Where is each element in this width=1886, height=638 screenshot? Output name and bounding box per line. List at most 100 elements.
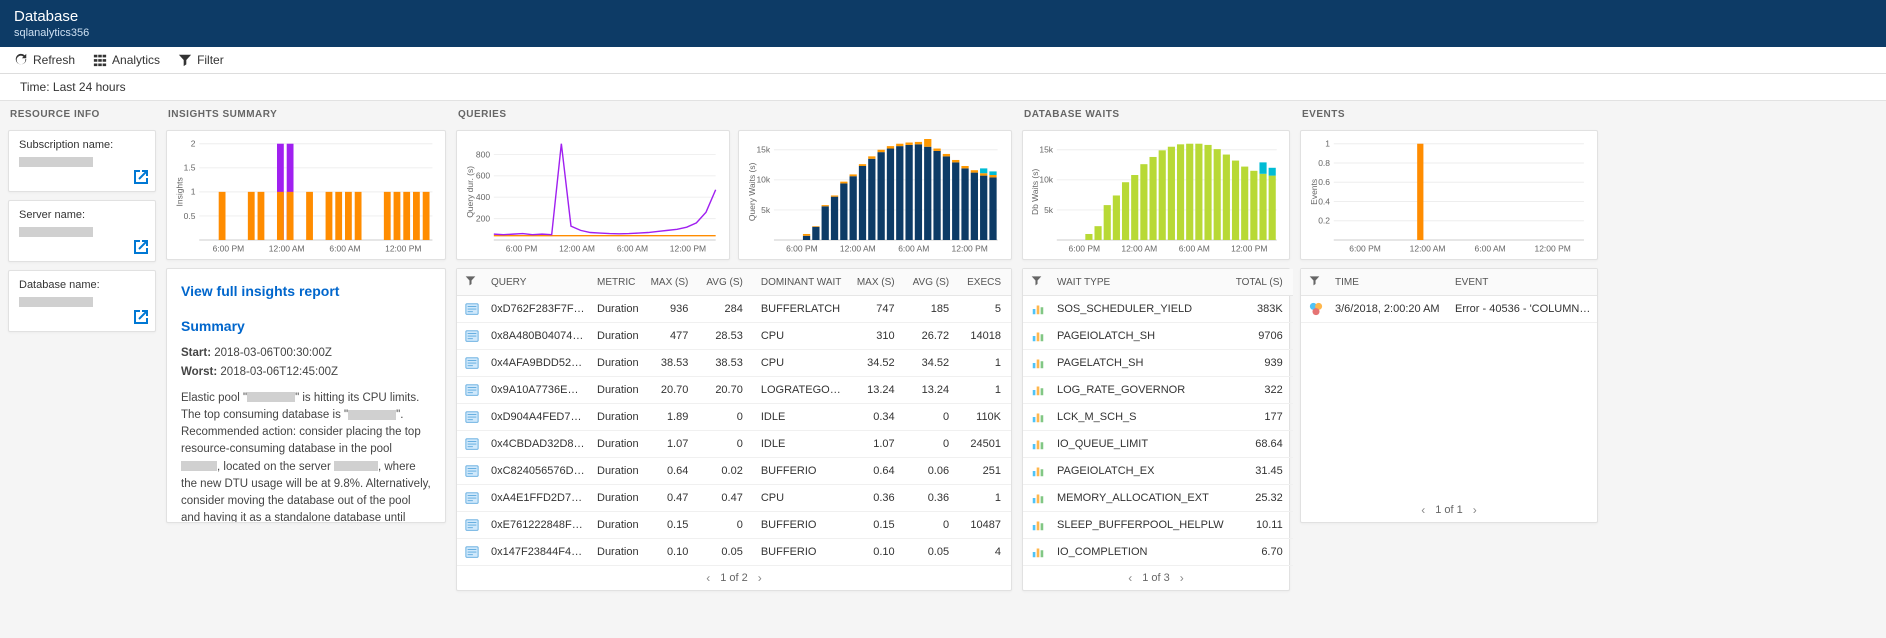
table-row[interactable]: 0x147F23844F44E8 Duration 0.10 0.05 BUFF… xyxy=(457,539,1011,566)
col-exec[interactable]: EXECS xyxy=(959,269,1011,296)
cell-max: 0.64 xyxy=(643,458,699,485)
filter-icon[interactable] xyxy=(1031,275,1042,286)
col-max[interactable]: MAX (S) xyxy=(643,269,699,296)
table-row[interactable]: LOG_RATE_GOVERNOR 322 xyxy=(1023,377,1293,404)
popout-icon[interactable] xyxy=(133,239,149,255)
col-wait[interactable]: DOMINANT WAIT xyxy=(753,269,849,296)
cell-wmax: 0.34 xyxy=(849,404,905,431)
pager-text: 1 of 3 xyxy=(1142,572,1170,584)
events-chart[interactable]: 0.20.40.60.816:00 PM12:00 AM6:00 AM12:00… xyxy=(1300,130,1598,260)
table-row[interactable]: MEMORY_ALLOCATION_EXT 25.32 xyxy=(1023,485,1293,512)
chevron-right-icon[interactable]: › xyxy=(1473,503,1477,517)
filter-icon[interactable] xyxy=(1309,275,1320,286)
cell-avg: 0 xyxy=(698,404,752,431)
table-row[interactable]: IO_COMPLETION 6.70 xyxy=(1023,539,1293,566)
table-row[interactable]: 0x4CBDAD32D85... Duration 1.07 0 IDLE 1.… xyxy=(457,431,1011,458)
cell-wait: LOGRATEGOVERN... xyxy=(753,377,849,404)
table-row[interactable]: 0xD762F283F7FBF5 Duration 936 284 BUFFER… xyxy=(457,296,1011,323)
full-report-link[interactable]: View full insights report xyxy=(181,281,431,302)
table-row[interactable]: SOS_SCHEDULER_YIELD 383K xyxy=(1023,296,1293,323)
table-row[interactable]: 0x8A480B040746... Duration 477 28.53 CPU… xyxy=(457,323,1011,350)
cell-wait-type: PAGEIOLATCH_SH xyxy=(1049,323,1228,350)
svg-text:800: 800 xyxy=(476,149,490,159)
cell-wait-type: SLEEP_BUFFERPOOL_HELPLW xyxy=(1049,512,1228,539)
table-row[interactable]: 0xE761222848FB8D Duration 0.15 0 BUFFERI… xyxy=(457,512,1011,539)
table-row[interactable]: 0xA4E1FFD2D77C... Duration 0.47 0.47 CPU… xyxy=(457,485,1011,512)
cell-exec: 5 xyxy=(959,296,1011,323)
svg-text:6:00 AM: 6:00 AM xyxy=(617,243,648,253)
start-line: Start: 2018-03-06T00:30:00Z xyxy=(181,345,431,362)
svg-text:12:00 AM: 12:00 AM xyxy=(840,243,876,253)
col-avg[interactable]: AVG (S) xyxy=(698,269,752,296)
insights-chart[interactable]: 0.511.526:00 PM12:00 AM6:00 AM12:00 PMIn… xyxy=(166,130,446,260)
db-wait-chart[interactable]: 5k10k15k6:00 PM12:00 AM6:00 AM12:00 PMDb… xyxy=(1022,130,1290,260)
cell-wavg: 0 xyxy=(905,512,959,539)
svg-text:0.8: 0.8 xyxy=(1318,158,1330,168)
col-wavg[interactable]: AVG (S) xyxy=(905,269,959,296)
table-row[interactable]: LCK_M_SCH_S 177 xyxy=(1023,404,1293,431)
table-row[interactable]: PAGELATCH_SH 939 xyxy=(1023,350,1293,377)
chevron-left-icon[interactable]: ‹ xyxy=(1128,571,1132,585)
col-event[interactable]: EVENT xyxy=(1447,269,1597,296)
events-table: TIME EVENT 3/6/2018, 2:00:20 AM Error - … xyxy=(1300,268,1598,523)
redacted-value xyxy=(19,227,93,237)
table-row[interactable]: 0xD904A4FED700... Duration 1.89 0 IDLE 0… xyxy=(457,404,1011,431)
db-wait-chart-svg: 5k10k15k6:00 PM12:00 AM6:00 AM12:00 PMDb… xyxy=(1027,139,1283,257)
query-duration-chart[interactable]: 2004006008006:00 PM12:00 AM6:00 AM12:00 … xyxy=(456,130,730,260)
cell-event: Error - 40536 - 'COLUMNST... xyxy=(1447,296,1597,323)
chevron-left-icon[interactable]: ‹ xyxy=(1421,503,1425,517)
server-card[interactable]: Server name: xyxy=(8,200,156,262)
table-row[interactable]: IO_QUEUE_LIMIT 68.64 xyxy=(1023,431,1293,458)
cell-total: 9706 xyxy=(1228,323,1293,350)
table-row[interactable]: PAGEIOLATCH_EX 31.45 xyxy=(1023,458,1293,485)
toolbar: Refresh Analytics Filter xyxy=(0,47,1886,74)
table-row[interactable]: PAGEIOLATCH_SH 9706 xyxy=(1023,323,1293,350)
table-row[interactable]: 3/6/2018, 2:00:20 AM Error - 40536 - 'CO… xyxy=(1301,296,1597,323)
svg-text:5k: 5k xyxy=(761,205,771,215)
cell-wait-type: PAGELATCH_SH xyxy=(1049,350,1228,377)
cell-wait: IDLE xyxy=(753,431,849,458)
table-row[interactable]: 0xC824056576DF... Duration 0.64 0.02 BUF… xyxy=(457,458,1011,485)
cell-metric: Duration xyxy=(589,539,643,566)
cell-wavg: 185 xyxy=(905,296,959,323)
cell-max: 1.07 xyxy=(643,431,699,458)
chevron-right-icon[interactable]: › xyxy=(1180,571,1184,585)
table-row[interactable]: 0x9A10A7736EED... Duration 20.70 20.70 L… xyxy=(457,377,1011,404)
chevron-right-icon[interactable]: › xyxy=(758,571,762,585)
subscription-card[interactable]: Subscription name: xyxy=(8,130,156,192)
cell-wait-type: IO_COMPLETION xyxy=(1049,539,1228,566)
cell-metric: Duration xyxy=(589,296,643,323)
filter-button[interactable]: Filter xyxy=(178,53,224,67)
cell-wmax: 310 xyxy=(849,323,905,350)
popout-icon[interactable] xyxy=(133,169,149,185)
svg-text:6:00 PM: 6:00 PM xyxy=(786,243,818,253)
wait-icon xyxy=(1023,485,1049,512)
col-wmax[interactable]: MAX (S) xyxy=(849,269,905,296)
wait-icon xyxy=(1023,458,1049,485)
popout-icon[interactable] xyxy=(133,309,149,325)
cell-wavg: 34.52 xyxy=(905,350,959,377)
cell-time: 3/6/2018, 2:00:20 AM xyxy=(1327,296,1447,323)
chevron-left-icon[interactable]: ‹ xyxy=(706,571,710,585)
refresh-button[interactable]: Refresh xyxy=(14,53,75,67)
wait-icon xyxy=(1023,539,1049,566)
table-row[interactable]: SLEEP_BUFFERPOOL_HELPLW 10.11 xyxy=(1023,512,1293,539)
query-wait-chart[interactable]: 5k10k15k6:00 PM12:00 AM6:00 AM12:00 PMQu… xyxy=(738,130,1012,260)
filter-icon[interactable] xyxy=(465,275,476,286)
col-query[interactable]: QUERY xyxy=(483,269,589,296)
col-time[interactable]: TIME xyxy=(1327,269,1447,296)
col-wait-type[interactable]: WAIT TYPE xyxy=(1049,269,1228,296)
pager-text: 1 of 2 xyxy=(720,572,748,584)
database-card[interactable]: Database name: xyxy=(8,270,156,332)
col-metric[interactable]: METRIC xyxy=(589,269,643,296)
col-total[interactable]: TOTAL (S) xyxy=(1228,269,1293,296)
cell-total: 322 xyxy=(1228,377,1293,404)
waits-heading: DATABASE WAITS xyxy=(1022,109,1290,122)
svg-text:12:00 PM: 12:00 PM xyxy=(1231,243,1267,253)
analytics-button[interactable]: Analytics xyxy=(93,53,160,67)
wait-icon xyxy=(1023,323,1049,350)
table-row[interactable]: 0x4AFA9BDD526... Duration 38.53 38.53 CP… xyxy=(457,350,1011,377)
cell-avg: 20.70 xyxy=(698,377,752,404)
cell-wmax: 34.52 xyxy=(849,350,905,377)
time-filter[interactable]: Time: Last 24 hours xyxy=(0,74,1886,101)
